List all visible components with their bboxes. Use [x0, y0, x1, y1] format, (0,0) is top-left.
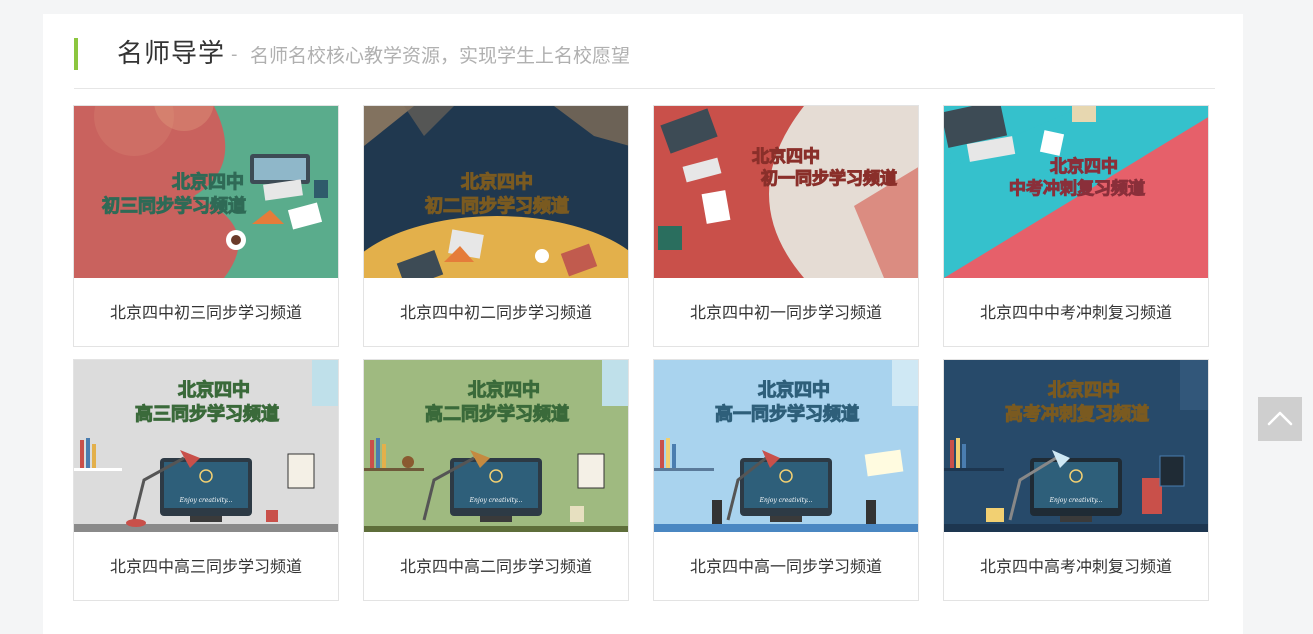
banner-line1: 北京四中	[468, 379, 540, 401]
banner-line1: 北京四中	[461, 171, 533, 193]
course-card-grade9[interactable]: 北京四中 初三同步学习频道 北京四中初三同步学习频道	[73, 105, 339, 347]
course-title[interactable]: 北京四中高一同步学习频道	[654, 532, 918, 600]
banner-line2: 初二同步学习频道	[425, 195, 569, 217]
course-title[interactable]: 北京四中初三同步学习频道	[74, 278, 338, 346]
course-thumbnail[interactable]: 北京四中 中考冲刺复习频道	[944, 106, 1208, 278]
banner-line2: 高一同步学习频道	[715, 403, 859, 425]
screen-text: Enjoy creativity...	[759, 497, 813, 504]
course-title[interactable]: 北京四中高三同步学习频道	[74, 532, 338, 600]
course-thumbnail[interactable]: Enjoy creativity... 北京四中 高一同步学习频道	[654, 360, 918, 532]
banner-line1: 北京四中	[172, 171, 244, 193]
course-card-grade7[interactable]: 北京四中 初一同步学习频道 北京四中初一同步学习频道	[653, 105, 919, 347]
section-accent-bar	[74, 38, 78, 70]
screen-text: Enjoy creativity...	[179, 497, 233, 504]
section-title: 名师导学	[117, 39, 226, 69]
course-title[interactable]: 北京四中中考冲刺复习频道	[944, 278, 1208, 346]
banner-line2: 高二同步学习频道	[425, 403, 569, 425]
banner-line1: 北京四中	[752, 146, 820, 167]
course-thumbnail[interactable]: Enjoy creativity... 北京四中 高考冲刺复习频道	[944, 360, 1208, 532]
screen-text: Enjoy creativity...	[1049, 497, 1103, 504]
course-card-zhongkao[interactable]: 北京四中 中考冲刺复习频道 北京四中中考冲刺复习频道	[943, 105, 1209, 347]
course-thumbnail[interactable]: 北京四中 初二同步学习频道	[364, 106, 628, 278]
course-title[interactable]: 北京四中高二同步学习频道	[364, 532, 628, 600]
course-card-senior2[interactable]: Enjoy creativity... 北京四中 高二同步学习频道 北京四中高二…	[363, 359, 629, 601]
course-card-gaokao[interactable]: Enjoy creativity... 北京四中 高考冲刺复习频道 北京四中高考…	[943, 359, 1209, 601]
screen-text: Enjoy creativity...	[469, 497, 523, 504]
section-header: 名师导学 - 名师名校核心教学资源，实现学生上名校愿望	[74, 36, 1215, 89]
banner-line2: 初一同步学习频道	[761, 168, 897, 189]
banner-line2: 高考冲刺复习频道	[1005, 403, 1149, 425]
banner-line2: 高三同步学习频道	[135, 403, 279, 425]
course-title[interactable]: 北京四中高考冲刺复习频道	[944, 532, 1208, 600]
course-thumbnail[interactable]: 北京四中 初三同步学习频道	[74, 106, 338, 278]
course-card-senior3[interactable]: Enjoy creativity... 北京四中 高三同步学习频道 北京四中高三…	[73, 359, 339, 601]
section-subtitle: 名师名校核心教学资源，实现学生上名校愿望	[250, 45, 631, 67]
banner-line2: 初三同步学习频道	[102, 195, 246, 217]
banner-line2: 中考冲刺复习频道	[1009, 178, 1145, 199]
course-card-senior1[interactable]: Enjoy creativity... 北京四中 高一同步学习频道 北京四中高一…	[653, 359, 919, 601]
banner-line1: 北京四中	[758, 379, 830, 401]
course-thumbnail[interactable]: Enjoy creativity... 北京四中 高三同步学习频道	[74, 360, 338, 532]
banner-line1: 北京四中	[1048, 379, 1120, 401]
banner-line1: 北京四中	[178, 379, 250, 401]
course-thumbnail[interactable]: Enjoy creativity... 北京四中 高二同步学习频道	[364, 360, 628, 532]
course-card-grade8[interactable]: 北京四中 初二同步学习频道 北京四中初二同步学习频道	[363, 105, 629, 347]
banner-line1: 北京四中	[1050, 156, 1118, 177]
course-thumbnail[interactable]: 北京四中 初一同步学习频道	[654, 106, 918, 278]
chevron-up-icon	[1267, 411, 1293, 426]
back-to-top-button[interactable]	[1258, 397, 1302, 441]
course-title[interactable]: 北京四中初二同步学习频道	[364, 278, 628, 346]
section-separator: -	[231, 44, 238, 65]
course-title[interactable]: 北京四中初一同步学习频道	[654, 278, 918, 346]
